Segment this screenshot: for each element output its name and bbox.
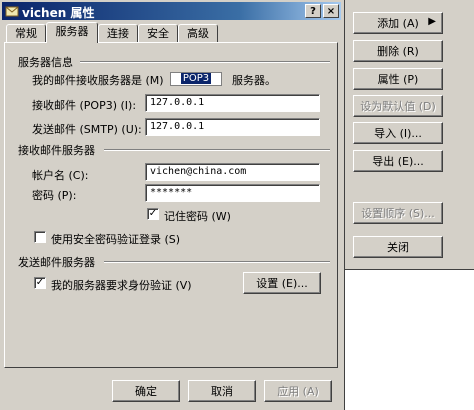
tab-panel: [4, 42, 338, 368]
divider: [104, 149, 330, 151]
add-button[interactable]: 添加 (A) ▶: [353, 12, 443, 34]
auth-required-label[interactable]: 我的服务器要求身份验证 (V): [51, 277, 192, 293]
account-name-label: 帐户名 (C):: [32, 169, 89, 182]
incoming-server-type-value: POP3: [180, 73, 212, 84]
password-label: 密码 (P):: [32, 189, 77, 202]
remove-button[interactable]: 删除 (R): [353, 40, 443, 62]
account-icon: [5, 6, 19, 17]
import-button[interactable]: 导入 (I)...: [353, 122, 443, 144]
divider: [104, 261, 330, 263]
divider: [80, 61, 330, 63]
smtp-input[interactable]: 127.0.0.1: [145, 118, 320, 136]
accounts-dialog: 添加 (A) ▶ 删除 (R) 属性 (P) 设为默认值 (D) 导入 (I).…: [328, 0, 474, 270]
set-order-button[interactable]: 设置顺序 (S)...: [353, 202, 443, 224]
remember-password-label[interactable]: 记住密码 (W): [164, 208, 231, 224]
outgoing-server-header: 发送邮件服务器: [18, 256, 95, 269]
incoming-server-header: 接收邮件服务器: [18, 144, 95, 157]
tab-servers[interactable]: 服务器: [46, 22, 98, 43]
incoming-server-type-suffix: 服务器。: [232, 74, 276, 87]
cancel-button[interactable]: 取消: [188, 380, 256, 402]
export-button[interactable]: 导出 (E)...: [353, 150, 443, 172]
auth-required-checkbox[interactable]: ✓: [34, 277, 46, 289]
close-button[interactable]: 关闭: [353, 236, 443, 258]
properties-button[interactable]: 属性 (P): [353, 68, 443, 90]
smtp-label: 发送邮件 (SMTP) (U):: [32, 123, 142, 136]
apply-button[interactable]: 应用 (A): [264, 380, 332, 402]
title-bar[interactable]: vichen 属性 ? ×: [2, 2, 341, 20]
server-info-header: 服务器信息: [18, 56, 73, 69]
set-default-button[interactable]: 设为默认值 (D): [353, 95, 443, 117]
tab-general[interactable]: 常规: [6, 24, 46, 42]
pop3-label: 接收邮件 (POP3) (I):: [32, 99, 137, 112]
settings-button[interactable]: 设置 (E)...: [243, 272, 321, 294]
password-input[interactable]: *******: [145, 184, 320, 202]
add-button-label: 添加 (A): [377, 17, 419, 30]
pop3-input[interactable]: 127.0.0.1: [145, 94, 320, 112]
window-close-button[interactable]: ×: [323, 4, 339, 18]
spa-checkbox[interactable]: [34, 231, 46, 243]
remember-password-checkbox[interactable]: ✓: [147, 208, 159, 220]
help-button[interactable]: ?: [305, 4, 321, 18]
window-title: vichen 属性: [22, 6, 95, 20]
submenu-arrow-icon: ▶: [428, 16, 436, 27]
tab-connection[interactable]: 连接: [98, 24, 138, 42]
tab-security[interactable]: 安全: [138, 24, 178, 42]
spa-label[interactable]: 使用安全密码验证登录 (S): [51, 231, 180, 247]
incoming-server-type-label: 我的邮件接收服务器是 (M): [32, 74, 164, 87]
account-name-input[interactable]: vichen@china.com: [145, 163, 320, 181]
incoming-server-type: POP3: [170, 72, 222, 86]
tab-advanced[interactable]: 高级: [178, 24, 218, 42]
properties-dialog: vichen 属性 ? × 常规 服务器 连接 安全 高级 服务器信息 我的邮件…: [0, 0, 345, 410]
ok-button[interactable]: 确定: [112, 380, 180, 402]
